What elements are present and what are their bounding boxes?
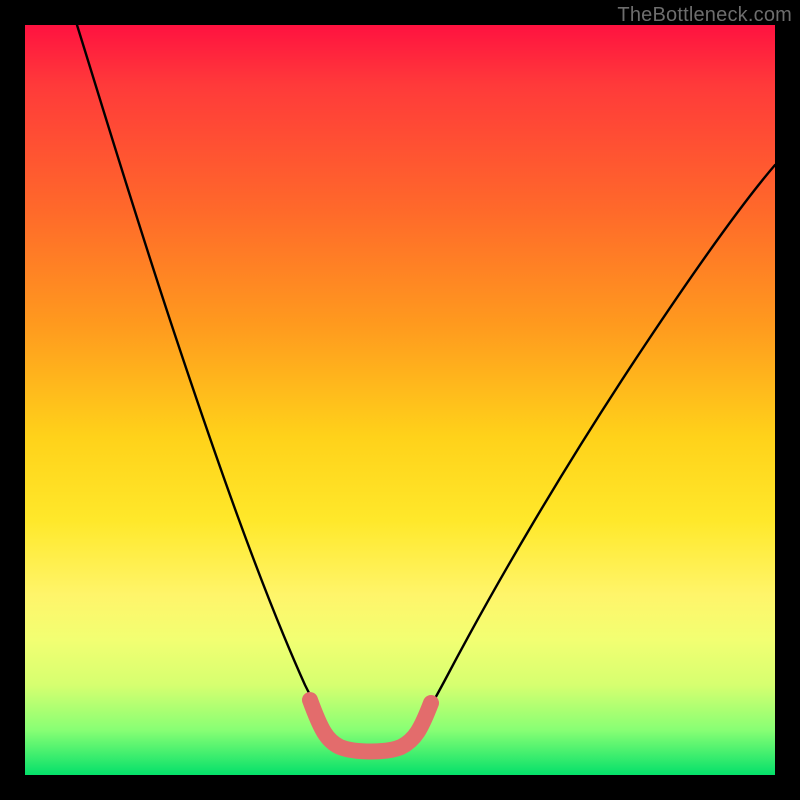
minimum-plateau-highlight	[310, 700, 431, 752]
plot-area	[25, 25, 775, 775]
bottleneck-curve	[77, 25, 775, 749]
chart-stage: TheBottleneck.com	[0, 0, 800, 800]
watermark-text: TheBottleneck.com	[617, 4, 792, 27]
curve-svg	[25, 25, 775, 775]
